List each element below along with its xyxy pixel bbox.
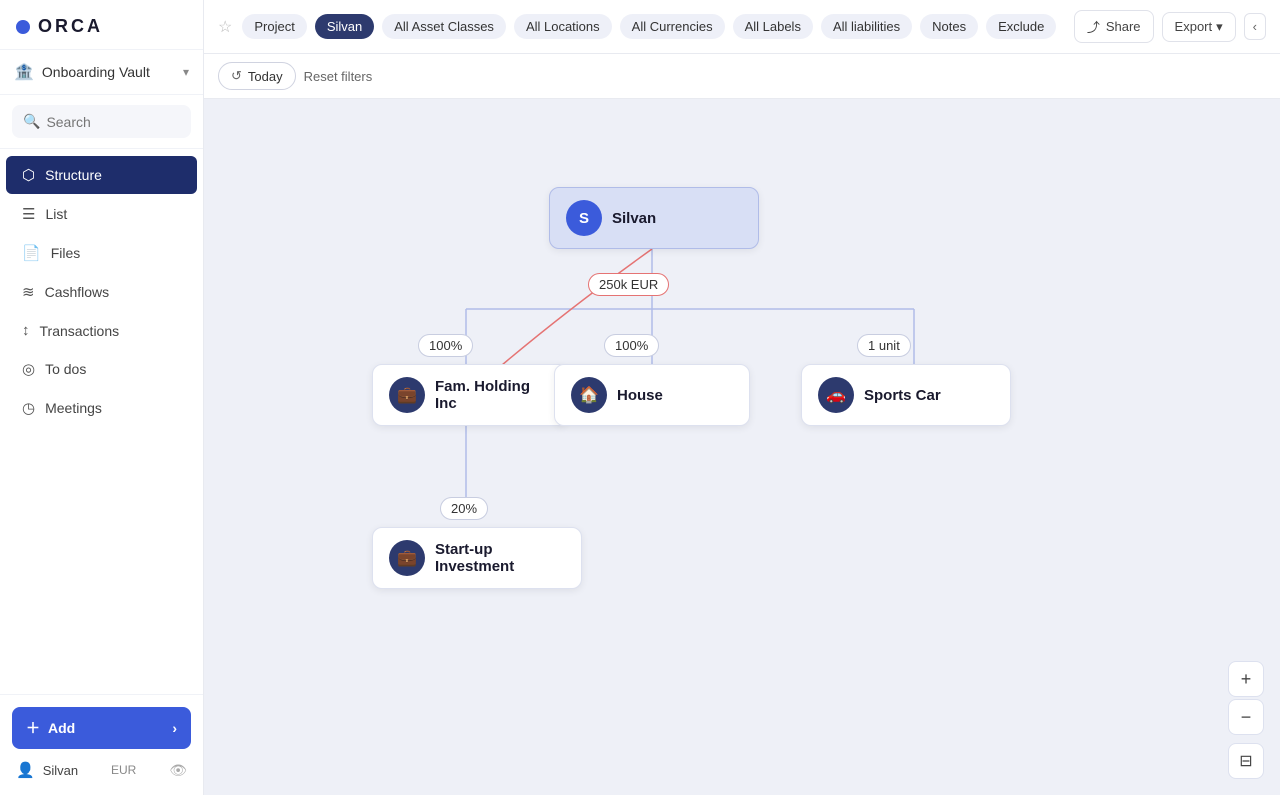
vault-chevron-icon: ▾ (183, 65, 189, 79)
transactions-icon: ↕ (22, 322, 30, 339)
filter-bar: ↺ Today Reset filters (204, 54, 1280, 99)
cashflows-icon: ≋ (22, 283, 35, 301)
node-house[interactable]: 🏠 House (554, 364, 750, 426)
startup-icon: 💼 (389, 540, 425, 576)
user-icon: 👤 (16, 761, 35, 779)
today-button[interactable]: ↺ Today (218, 62, 296, 90)
sidebar-item-cashflows-label: Cashflows (45, 284, 110, 300)
liabilities-chip[interactable]: All liabilities (821, 14, 912, 39)
sidebar-item-list[interactable]: ☰ List (6, 195, 197, 233)
collapse-icon: ‹ (1253, 19, 1257, 34)
sidebar-item-structure[interactable]: ⬡ Structure (6, 156, 197, 194)
sidebar-item-meetings-label: Meetings (45, 400, 102, 416)
zoom-controls: + − (1228, 661, 1264, 735)
edge-label-100-fam: 100% (418, 334, 473, 357)
main-area: ☆ Project Silvan All Asset Classes All L… (204, 0, 1280, 795)
node-startup[interactable]: 💼 Start-up Investment (372, 527, 582, 589)
node-fam[interactable]: 💼 Fam. Holding Inc (372, 364, 568, 426)
add-chevron-icon: › (172, 720, 177, 736)
user-row: 👤 Silvan EUR 👁 (12, 757, 191, 783)
list-icon: ☰ (22, 205, 35, 223)
node-silvan[interactable]: S Silvan (549, 187, 759, 249)
export-chevron-icon: ▾ (1216, 19, 1223, 35)
today-label: Today (248, 69, 283, 84)
meetings-icon: ◷ (22, 399, 35, 417)
sidebar-item-todos-label: To dos (45, 361, 86, 377)
sidebar-item-transactions-label: Transactions (40, 323, 120, 339)
add-button[interactable]: ＋ Add › (12, 707, 191, 749)
zoom-in-button[interactable]: + (1228, 661, 1264, 697)
main-nav: ⬡ Structure ☰ List 📄 Files ≋ Cashflows ↕… (0, 149, 203, 694)
today-icon: ↺ (231, 68, 242, 84)
project-chip[interactable]: Project (242, 14, 306, 39)
sidebar-bottom: ＋ Add › 👤 Silvan EUR 👁 (0, 694, 203, 795)
sidebar-item-todos[interactable]: ◎ To dos (6, 350, 197, 388)
notes-chip[interactable]: Notes (920, 14, 978, 39)
labels-chip[interactable]: All Labels (733, 14, 813, 39)
sportscar-icon: 🚗 (818, 377, 854, 413)
exclude-chip[interactable]: Exclude (986, 14, 1056, 39)
vault-label: Onboarding Vault (42, 64, 150, 80)
sidebar-item-cashflows[interactable]: ≋ Cashflows (6, 273, 197, 311)
eye-icon[interactable]: 👁 (169, 762, 187, 779)
edge-label-20: 20% (440, 497, 488, 520)
toolbar: ☆ Project Silvan All Asset Classes All L… (204, 0, 1280, 54)
edge-label-1unit: 1 unit (857, 334, 911, 357)
house-icon: 🏠 (571, 377, 607, 413)
search-area: 🔍 (0, 95, 203, 149)
logo-dot (16, 20, 30, 34)
reset-filters-link[interactable]: Reset filters (304, 69, 373, 84)
node-house-label: House (617, 387, 663, 404)
files-icon: 📄 (22, 244, 41, 262)
canvas: S Silvan 250k EUR 100% 💼 Fam. Holding In… (204, 99, 1280, 795)
sidebar-item-files[interactable]: 📄 Files (6, 234, 197, 272)
add-plus-icon: ＋ (26, 718, 40, 738)
currency-badge: EUR (111, 763, 136, 777)
sidebar-item-transactions[interactable]: ↕ Transactions (6, 312, 197, 349)
node-sportscar-label: Sports Car (864, 387, 941, 404)
search-icon: 🔍 (23, 113, 40, 130)
locations-chip[interactable]: All Locations (514, 14, 612, 39)
vault-icon: 🏦 (14, 62, 34, 82)
export-label: Export (1175, 19, 1213, 34)
zoom-out-button[interactable]: − (1228, 699, 1264, 735)
silvan-chip[interactable]: Silvan (315, 14, 374, 39)
silvan-avatar: S (566, 200, 602, 236)
sidebar-item-meetings[interactable]: ◷ Meetings (6, 389, 197, 427)
logo-text: ORCA (38, 16, 103, 37)
user-name: Silvan (43, 763, 78, 778)
logo-area: ORCA (0, 0, 203, 50)
collapse-button[interactable]: ‹ (1244, 13, 1266, 40)
node-fam-label: Fam. Holding Inc (435, 378, 551, 412)
asset-classes-chip[interactable]: All Asset Classes (382, 14, 506, 39)
share-button[interactable]: ⤴ Share (1074, 10, 1154, 43)
currencies-chip[interactable]: All Currencies (620, 14, 725, 39)
fam-icon: 💼 (389, 377, 425, 413)
search-input[interactable] (46, 114, 180, 130)
export-button[interactable]: Export ▾ (1162, 12, 1236, 42)
edge-label-250k: 250k EUR (588, 273, 669, 296)
sidebar: ORCA 🏦 Onboarding Vault ▾ 🔍 ⬡ Structure … (0, 0, 204, 795)
sidebar-item-structure-label: Structure (45, 167, 102, 183)
filter-icon: ⊟ (1239, 751, 1252, 771)
share-icon: ⤴ (1087, 17, 1100, 36)
add-label: Add (48, 720, 75, 736)
structure-icon: ⬡ (22, 166, 35, 184)
vault-selector[interactable]: 🏦 Onboarding Vault ▾ (0, 50, 203, 95)
node-startup-label: Start-up Investment (435, 541, 565, 575)
filter-button[interactable]: ⊟ (1228, 743, 1264, 779)
edge-label-100-house: 100% (604, 334, 659, 357)
node-sportscar[interactable]: 🚗 Sports Car (801, 364, 1011, 426)
sidebar-item-files-label: Files (51, 245, 81, 261)
todos-icon: ◎ (22, 360, 35, 378)
sidebar-item-list-label: List (45, 206, 67, 222)
node-silvan-label: Silvan (612, 210, 656, 227)
star-icon[interactable]: ☆ (218, 17, 232, 37)
share-label: Share (1106, 19, 1141, 34)
